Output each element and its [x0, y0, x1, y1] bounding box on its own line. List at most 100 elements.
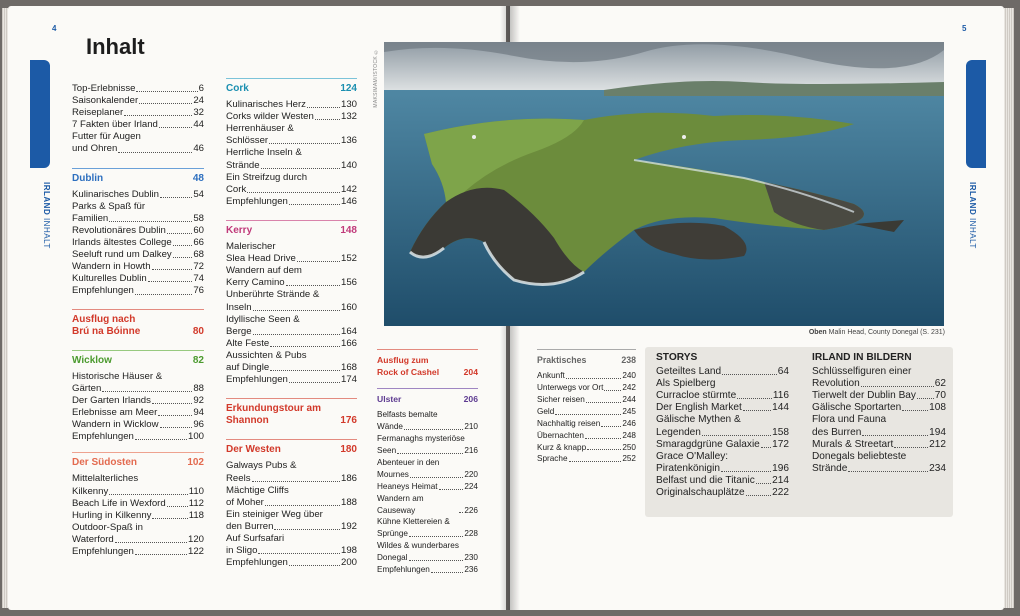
- toc-entry[interactable]: Sicher reisen 244: [537, 394, 636, 406]
- toc-entry[interactable]: Gärten 88: [72, 383, 204, 395]
- toc-entry[interactable]: Empfehlungen 100: [72, 431, 204, 443]
- toc-entry[interactable]: Reiseplaner 32: [72, 107, 204, 119]
- toc-entry[interactable]: Seeluft rund um Dalkey 68: [72, 249, 204, 261]
- toc-entry[interactable]: Schlösser 136: [226, 135, 357, 147]
- praktisches-entries: Ankunft 240 Unterwegs vor Ort 242 Sicher r…: [537, 370, 636, 465]
- section-header-ausflug-rock-of-cashel[interactable]: Ausflug zum Rock of Cashel 204: [377, 349, 478, 378]
- toc-entry[interactable]: Seen 216: [377, 445, 478, 457]
- section-header-ulster[interactable]: Ulster 206: [377, 388, 478, 405]
- section-header-erkundungstour-shannon[interactable]: Erkundungstour am Shannon 176: [226, 398, 357, 427]
- toc-entry[interactable]: Empfehlungen 146: [226, 196, 357, 208]
- page-title: Inhalt: [86, 34, 145, 59]
- section-header-dublin[interactable]: Dublin 48: [72, 167, 204, 185]
- photo-caption: Oben Malin Head, County Donegal (S. 231): [808, 329, 945, 336]
- toc-entry-line1: Wildes & wunderbares: [377, 541, 459, 551]
- toc-entry[interactable]: Revolutionäres Dublin 60: [72, 225, 204, 237]
- toc-entry[interactable]: den Burren 192: [226, 521, 357, 533]
- toc-entry[interactable]: Kulturelles Dublin 74: [72, 273, 204, 285]
- toc-entry[interactable]: Curracloe stürmte 116: [656, 390, 789, 402]
- toc-entry[interactable]: des Burren 194: [812, 427, 946, 439]
- toc-entry[interactable]: Beach Life in Wexford 112: [72, 498, 204, 510]
- toc-column-2: Cork 124 Kulinarisches Herz 130 Corks wild…: [226, 78, 357, 569]
- toc-entry[interactable]: auf Dingle 168: [226, 362, 357, 374]
- toc-entry[interactable]: Mournes 220: [377, 469, 478, 481]
- toc-entry-line1: Wandern auf dem: [226, 265, 302, 277]
- toc-entry[interactable]: Cork 142: [226, 184, 357, 196]
- toc-entry[interactable]: Heaneys Heimat 224: [377, 481, 478, 493]
- toc-entry[interactable]: Der Garten Irlands 92: [72, 395, 204, 407]
- toc-entry[interactable]: Wandern in Howth 72: [72, 261, 204, 273]
- toc-entry[interactable]: Geteiltes Land 64: [656, 366, 789, 378]
- toc-entry[interactable]: Sprünge 228: [377, 528, 478, 540]
- section-header-ausflug-bru-na-boinne[interactable]: Ausflug nach Brú na Bóinne 80: [72, 308, 204, 338]
- section-header-westen[interactable]: Der Westen 180: [226, 439, 357, 456]
- page-number-right: 5: [962, 24, 967, 33]
- toc-entry[interactable]: Sprache 252: [537, 453, 636, 465]
- section-header-praktisches[interactable]: Praktisches 238: [537, 349, 636, 366]
- toc-entry[interactable]: Tierwelt der Dublin Bay 70: [812, 390, 946, 402]
- toc-entry[interactable]: Hurling in Kilkenny 118: [72, 510, 204, 522]
- toc-entry[interactable]: Belfast und die Titanic 214: [656, 475, 789, 487]
- toc-entry[interactable]: Wandern in Wicklow 96: [72, 419, 204, 431]
- toc-entry[interactable]: Kurz & knapp 250: [537, 442, 636, 454]
- section-tab-right: [966, 60, 986, 168]
- toc-entry[interactable]: Saisonkalender 24: [72, 95, 204, 107]
- section-header-suedosten[interactable]: Der Südosten 102: [72, 452, 204, 469]
- toc-entry[interactable]: Corks wilder Westen 132: [226, 111, 357, 123]
- toc-entry[interactable]: Piratenkönigin 196: [656, 463, 789, 475]
- toc-entry-line1: Auf Surfsafari: [226, 533, 285, 544]
- toc-entry-line1: Ein steiniger Weg über: [226, 508, 323, 520]
- toc-entry[interactable]: Kerry Camino 156: [226, 277, 357, 289]
- toc-entry-line1: Schlüsselfiguren einer: [812, 366, 912, 378]
- toc-entry[interactable]: Smaragdgrüne Galaxie 172: [656, 439, 789, 451]
- toc-entry[interactable]: Top-Erlebnisse 6: [72, 83, 204, 95]
- toc-entry[interactable]: Nachhaltig reisen 246: [537, 418, 636, 430]
- side-label-left: IRLAND INHALT: [42, 182, 51, 249]
- toc-entry[interactable]: Der English Market 144: [656, 402, 789, 414]
- toc-entry[interactable]: Empfehlungen 122: [72, 546, 204, 558]
- toc-entry[interactable]: Kulinarisches Herz 130: [226, 99, 357, 111]
- toc-entry[interactable]: Inseln 160: [226, 302, 357, 314]
- section-header-wicklow[interactable]: Wicklow 82: [72, 349, 204, 367]
- toc-entry[interactable]: und Ohren 46: [72, 143, 204, 155]
- toc-entry[interactable]: Revolution 62: [812, 378, 946, 390]
- toc-entry[interactable]: Reels 186: [226, 473, 357, 485]
- toc-entry[interactable]: 7 Fakten über Irland 44: [72, 119, 204, 131]
- toc-entry[interactable]: Ankunft 240: [537, 370, 636, 382]
- toc-entry[interactable]: Legenden 158: [656, 427, 789, 439]
- toc-entry-line1: Herrliche Inseln &: [226, 147, 302, 159]
- toc-entry[interactable]: Übernachten 248: [537, 430, 636, 442]
- toc-entry[interactable]: Slea Head Drive 152: [226, 253, 357, 265]
- toc-entry[interactable]: Irlands ältestes College 66: [72, 237, 204, 249]
- toc-entry-line1: Parks & Spaß für: [72, 200, 146, 212]
- toc-entry[interactable]: in Sligo 198: [226, 545, 357, 557]
- toc-entry[interactable]: Kilkenny 110: [72, 486, 204, 498]
- toc-entry[interactable]: Geld 245: [537, 406, 636, 418]
- section-header-cork[interactable]: Cork 124: [226, 78, 357, 95]
- toc-entry[interactable]: Berge 164: [226, 326, 357, 338]
- toc-entry[interactable]: Unterwegs vor Ort 242: [537, 382, 636, 394]
- toc-entry[interactable]: Wände 210: [377, 421, 478, 433]
- toc-entry[interactable]: Strände 140: [226, 160, 357, 172]
- toc-entry[interactable]: Waterford 120: [72, 534, 204, 546]
- toc-entry[interactable]: Empfehlungen 174: [226, 374, 357, 386]
- toc-entry[interactable]: Murals & Streetart 212: [812, 439, 946, 451]
- toc-entry[interactable]: Empfehlungen 200: [226, 557, 357, 569]
- toc-entry[interactable]: Originalschauplätze 222: [656, 487, 789, 499]
- toc-entry[interactable]: Gälische Sportarten 108: [812, 402, 946, 414]
- toc-entry[interactable]: Erlebnisse am Meer 94: [72, 407, 204, 419]
- toc-entry[interactable]: Donegal 230: [377, 552, 478, 564]
- toc-entry[interactable]: Empfehlungen 236: [377, 564, 478, 576]
- toc-entry[interactable]: Empfehlungen 76: [72, 285, 204, 297]
- side-label-right: IRLAND INHALT: [968, 182, 977, 249]
- section-header-kerry[interactable]: Kerry 148: [226, 219, 357, 237]
- toc-entry[interactable]: Alte Feste 166: [226, 338, 357, 350]
- page-edge-right: [1004, 8, 1014, 608]
- toc-entry-line1: Als Spielberg: [656, 378, 716, 390]
- toc-entry[interactable]: Familien 58: [72, 213, 204, 225]
- toc-entry[interactable]: Wandern am Causeway 226: [377, 493, 478, 517]
- storys-column: STORYS Geteiltes Land 64 Als Spielberg Cu…: [656, 352, 789, 499]
- toc-entry[interactable]: of Moher 188: [226, 497, 357, 509]
- toc-entry[interactable]: Strände 234: [812, 463, 946, 475]
- toc-entry[interactable]: Kulinarisches Dublin 54: [72, 189, 204, 201]
